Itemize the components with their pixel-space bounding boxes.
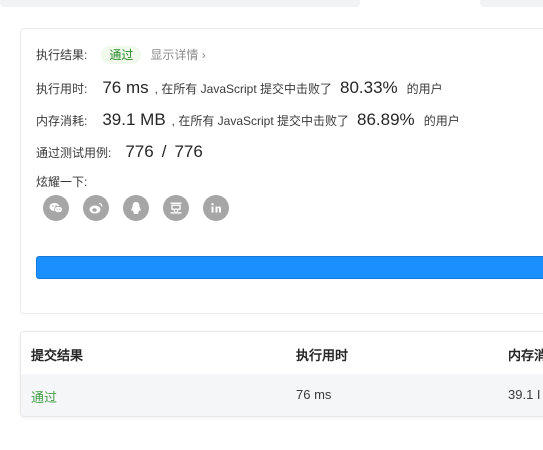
submissions-table: 提交结果 执行用时 内存消 通过 76 ms 39.1 I bbox=[20, 331, 543, 417]
tab-strip bbox=[0, 0, 543, 7]
share-icons bbox=[43, 195, 229, 221]
qq-icon[interactable] bbox=[123, 195, 149, 221]
column-header-memory: 内存消 bbox=[508, 348, 543, 363]
table-header: 提交结果 执行用时 内存消 bbox=[21, 332, 543, 375]
share-label: 炫耀一下: bbox=[36, 175, 88, 189]
tab-background bbox=[480, 0, 543, 7]
row-runtime: 76 ms bbox=[296, 387, 332, 402]
column-header-result: 提交结果 bbox=[31, 348, 84, 363]
wechat-icon[interactable] bbox=[43, 195, 69, 221]
memory-suffix: 的用户 bbox=[423, 114, 460, 128]
memory-row: 内存消耗: 39.1 MB , 在所有 JavaScript 提交中击败了 86… bbox=[36, 110, 460, 130]
runtime-beat-text: , 在所有 JavaScript 提交中击败了 bbox=[154, 82, 332, 96]
tests-total: 776 bbox=[174, 142, 203, 161]
linkedin-icon[interactable] bbox=[203, 195, 229, 221]
progress-bar bbox=[36, 256, 543, 279]
tests-row: 通过测试用例: 776 / 776 bbox=[36, 142, 203, 162]
tests-passed: 776 bbox=[125, 142, 154, 161]
runtime-row: 执行用时: 76 ms , 在所有 JavaScript 提交中击败了 80.3… bbox=[36, 78, 443, 98]
weibo-icon[interactable] bbox=[83, 195, 109, 221]
runtime-percent: 80.33% bbox=[340, 78, 398, 97]
table-row[interactable]: 通过 76 ms 39.1 I bbox=[21, 374, 543, 416]
status-label: 执行结果: bbox=[36, 48, 88, 62]
column-header-runtime: 执行用时 bbox=[296, 348, 349, 363]
runtime-suffix: 的用户 bbox=[406, 82, 443, 96]
memory-value: 39.1 MB bbox=[102, 110, 166, 129]
runtime-label: 执行用时: bbox=[36, 82, 88, 96]
memory-beat-text: , 在所有 JavaScript 提交中击败了 bbox=[171, 114, 350, 128]
runtime-value: 76 ms bbox=[102, 78, 149, 97]
row-memory: 39.1 I bbox=[508, 387, 541, 402]
row-result[interactable]: 通过 bbox=[31, 387, 57, 406]
tab-background bbox=[0, 0, 360, 7]
douban-icon[interactable] bbox=[163, 195, 189, 221]
show-details-link[interactable]: 显示详情 › bbox=[150, 46, 205, 63]
tests-label: 通过测试用例: bbox=[36, 146, 112, 160]
tests-separator: / bbox=[161, 142, 167, 161]
memory-label: 内存消耗: bbox=[36, 114, 88, 128]
status-badge: 通过 bbox=[101, 46, 142, 64]
share-row: 炫耀一下: bbox=[36, 173, 87, 190]
status-row: 执行结果: 通过 显示详情 › bbox=[36, 46, 206, 64]
memory-percent: 86.89% bbox=[357, 110, 415, 129]
